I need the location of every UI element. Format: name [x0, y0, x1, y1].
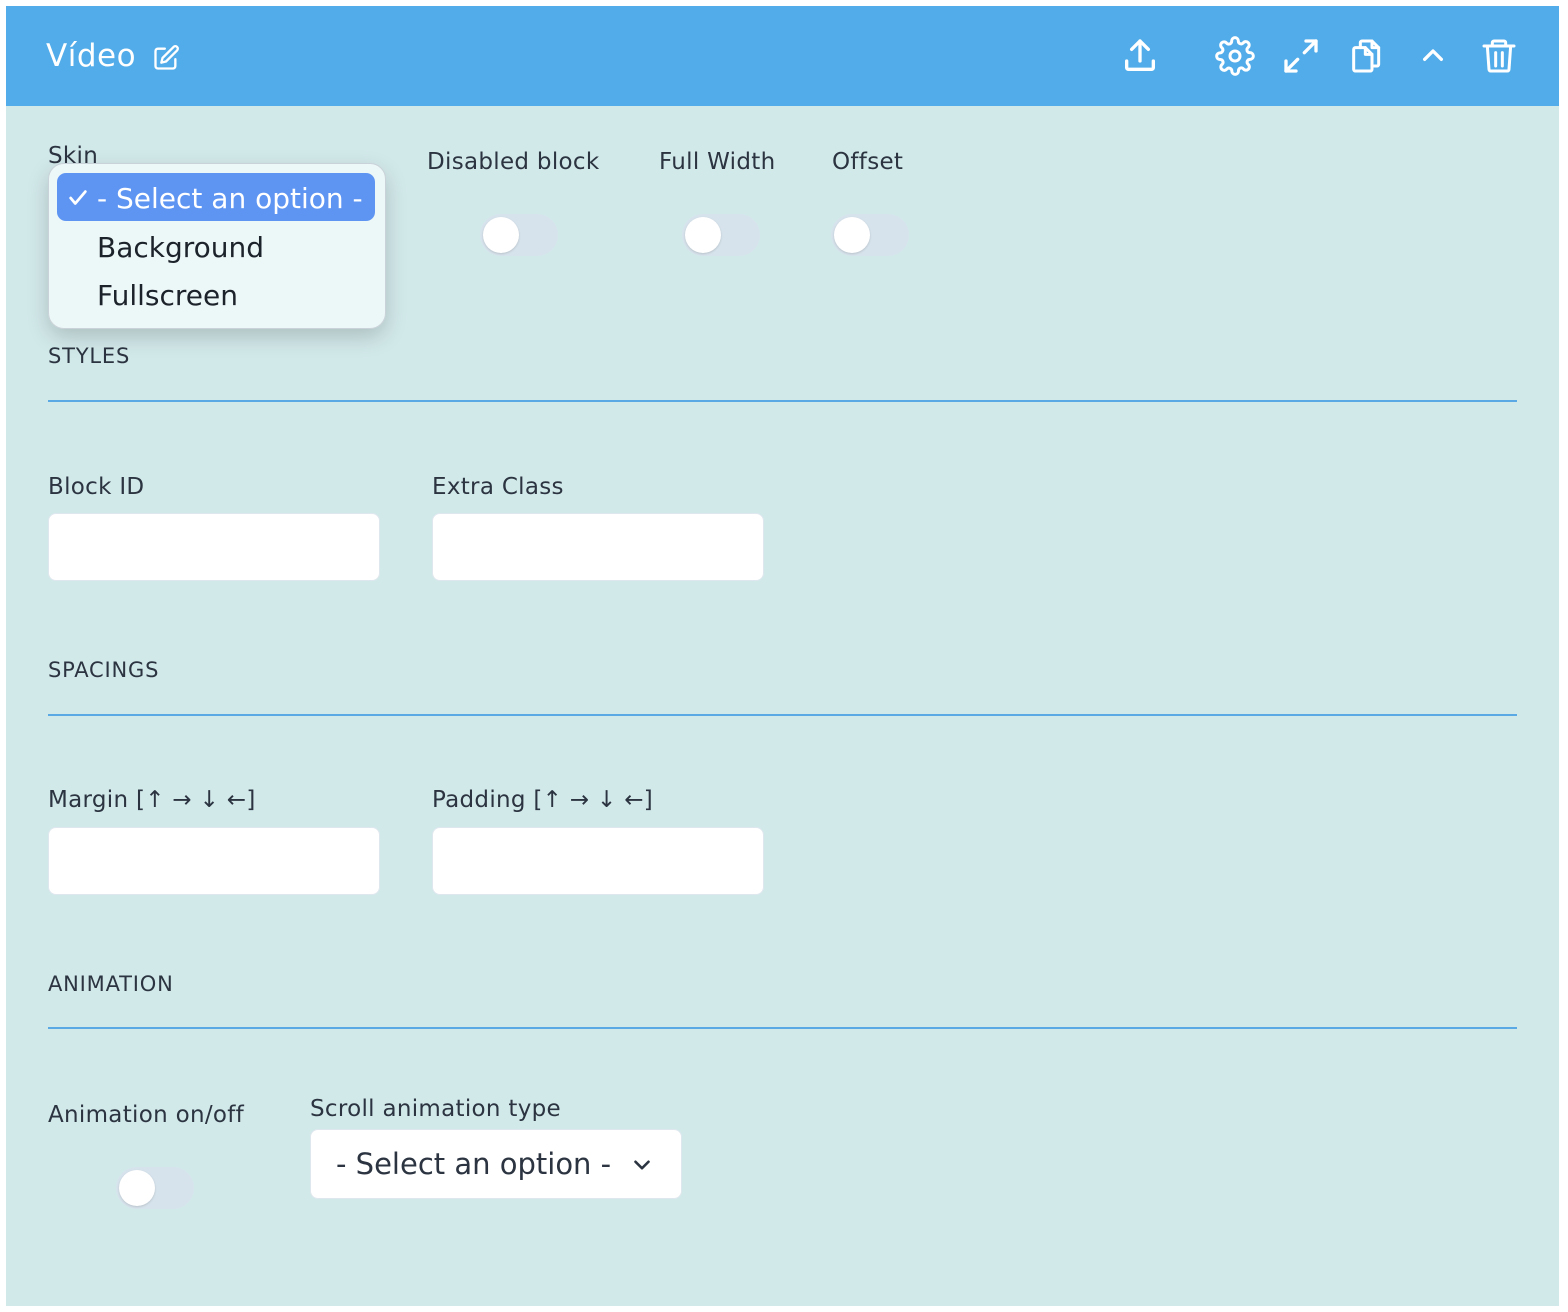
block-id-input[interactable] [48, 513, 380, 581]
block-header: Vídeo [6, 6, 1559, 106]
expand-icon[interactable] [1281, 36, 1321, 76]
styles-divider [48, 400, 1517, 402]
scroll-animation-type-label: Scroll animation type [310, 1096, 561, 1122]
toggle-knob [834, 217, 870, 253]
skin-option-background[interactable]: Background [57, 222, 375, 270]
full-width-label: Full Width [659, 149, 776, 175]
animation-divider [48, 1027, 1517, 1029]
skin-option-label: - Select an option - [97, 182, 363, 215]
padding-input[interactable] [432, 827, 764, 895]
gear-icon[interactable] [1215, 36, 1255, 76]
animation-toggle-label: Animation on/off [48, 1102, 245, 1128]
toggle-knob [483, 217, 519, 253]
upload-icon[interactable] [1120, 36, 1160, 76]
skin-option-label: Background [97, 231, 265, 264]
disabled-block-toggle[interactable] [480, 214, 558, 256]
skin-dropdown-menu: - Select an option - Background Fullscre… [48, 163, 386, 329]
copy-icon[interactable] [1347, 36, 1387, 76]
spacings-heading: SPACINGS [48, 658, 160, 682]
toggle-knob [119, 1170, 155, 1206]
skin-option-select[interactable]: - Select an option - [57, 173, 375, 221]
block-title: Vídeo [46, 38, 137, 74]
chevron-up-icon[interactable] [1413, 36, 1453, 76]
toggle-knob [685, 217, 721, 253]
padding-label: Padding [↑ → ↓ ←] [432, 787, 654, 813]
disabled-block-label: Disabled block [427, 149, 600, 175]
offset-label: Offset [832, 149, 904, 175]
checkmark-icon [67, 187, 89, 209]
animation-heading: ANIMATION [48, 972, 174, 996]
extra-class-label: Extra Class [432, 474, 564, 500]
video-block-panel: Vídeo Skin Disabled block Full Width Off… [6, 6, 1559, 1306]
trash-icon[interactable] [1479, 36, 1519, 76]
margin-input[interactable] [48, 827, 380, 895]
margin-label: Margin [↑ → ↓ ←] [48, 787, 256, 813]
scroll-animation-type-value: - Select an option - [336, 1147, 612, 1181]
block-id-label: Block ID [48, 474, 145, 500]
offset-toggle[interactable] [831, 214, 909, 256]
extra-class-input[interactable] [432, 513, 764, 581]
edit-icon[interactable] [152, 44, 180, 72]
scroll-animation-type-select[interactable]: - Select an option - [310, 1129, 682, 1199]
animation-toggle[interactable] [116, 1167, 194, 1209]
chevron-down-icon [629, 1152, 655, 1178]
skin-option-label: Fullscreen [97, 279, 238, 312]
full-width-toggle[interactable] [682, 214, 760, 256]
spacings-divider [48, 714, 1517, 716]
skin-option-fullscreen[interactable]: Fullscreen [57, 270, 375, 318]
styles-heading: STYLES [48, 344, 131, 368]
